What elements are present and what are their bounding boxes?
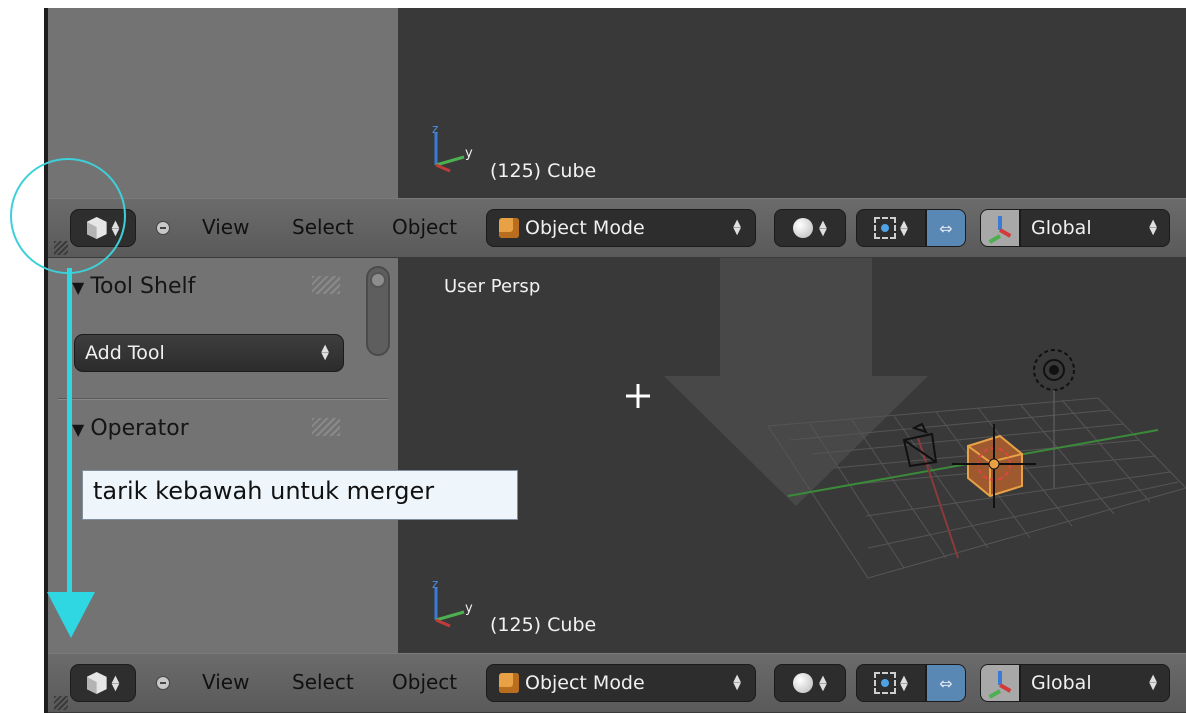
axes-icon xyxy=(988,671,1012,699)
scrollbar-knob[interactable] xyxy=(370,272,386,288)
svg-text:y: y xyxy=(465,146,473,161)
mode-select[interactable]: Object Mode ▲ ▼ xyxy=(486,664,756,702)
object-mode-icon xyxy=(499,218,519,238)
operator-title: Operator xyxy=(90,416,189,441)
pivot-point-button[interactable]: ▲ ▼ xyxy=(856,209,926,247)
updown-arrow-icon: ▲ ▼ xyxy=(733,673,741,692)
orientation-select[interactable]: Global ▲ ▼ xyxy=(1020,664,1170,702)
manipulator-icon: ⇔ xyxy=(939,673,953,693)
panel-drag-handle[interactable] xyxy=(312,418,340,436)
area-split-handle[interactable] xyxy=(54,696,68,710)
svg-text:z: z xyxy=(432,578,438,591)
manipulator-toggle[interactable]: ⇔ xyxy=(926,209,966,247)
bottom-axes-icon: z y xyxy=(432,578,473,628)
panel-divider xyxy=(58,398,388,400)
updown-arrow-icon: ▲ ▼ xyxy=(900,674,908,693)
updown-arrow-icon: ▲ ▼ xyxy=(1149,218,1157,237)
editor-type-button[interactable]: ▲ ▼ xyxy=(70,664,136,702)
updown-arrow-icon: ▲ ▼ xyxy=(900,219,908,238)
selected-cube-icon xyxy=(952,424,1036,508)
mode-label: Object Mode xyxy=(525,672,645,694)
menu-select[interactable]: Select xyxy=(292,215,354,239)
menu-view[interactable]: View xyxy=(202,670,249,694)
svg-text:y: y xyxy=(465,601,473,616)
updown-arrow-icon: ▲ ▼ xyxy=(321,343,329,362)
orientation-select[interactable]: Global ▲ ▼ xyxy=(1020,209,1170,247)
viewport-shading-button[interactable]: ▲ ▼ xyxy=(774,209,846,247)
panel-scrollbar[interactable] xyxy=(366,266,390,356)
expand-triangle-icon: ▼ xyxy=(72,420,85,439)
expand-triangle-icon: ▼ xyxy=(72,278,85,297)
add-tool-select[interactable]: Add Tool ▲ ▼ xyxy=(74,334,344,372)
scene-canvas xyxy=(626,258,1186,579)
annotation-note: tarik kebawah untuk merger xyxy=(82,470,518,520)
3d-view-icon xyxy=(86,672,107,694)
updown-arrow-icon: ▲ ▼ xyxy=(819,674,827,693)
mode-label: Object Mode xyxy=(525,217,645,239)
solid-shading-icon xyxy=(793,218,814,238)
drag-down-arrow-icon xyxy=(47,592,95,638)
top-axes-icon: z y xyxy=(432,123,473,173)
updown-arrow-icon: ▲ ▼ xyxy=(1149,673,1157,692)
add-tool-label: Add Tool xyxy=(85,342,165,364)
menu-object[interactable]: Object xyxy=(392,670,457,694)
viewport-object-label: (125) Cube xyxy=(490,614,597,636)
transform-orientation-toggle[interactable] xyxy=(980,664,1020,702)
3d-cursor-icon xyxy=(626,384,650,408)
object-mode-icon xyxy=(499,673,519,693)
pivot-icon xyxy=(874,217,897,239)
top-object-label: (125) Cube xyxy=(490,160,597,182)
tool-shelf-header[interactable]: ▼ Tool Shelf xyxy=(72,274,195,299)
drag-direction-line xyxy=(67,268,72,592)
top-3d-viewport[interactable]: z y (125) Cube xyxy=(398,8,1186,198)
viewport-header-top: ▲ ▼ View Select Object Object Mode ▲ ▼ ▲ ▼ … xyxy=(48,198,1186,258)
collapse-menu-icon[interactable] xyxy=(156,676,170,690)
menu-object[interactable]: Object xyxy=(392,215,457,239)
updown-arrow-icon: ▲ ▼ xyxy=(111,674,120,693)
menu-view[interactable]: View xyxy=(202,215,249,239)
pivot-icon xyxy=(874,672,897,694)
mode-select[interactable]: Object Mode ▲ ▼ xyxy=(486,209,756,247)
operator-panel-header[interactable]: ▼ Operator xyxy=(72,416,189,441)
tool-shelf-title: Tool Shelf xyxy=(90,274,196,299)
tool-shelf-panel: ▼ Tool Shelf Add Tool ▲ ▼ ▼ Operator xyxy=(48,258,398,653)
updown-arrow-icon: ▲ ▼ xyxy=(819,219,827,238)
viewport-header-bottom: ▲ ▼ View Select Object Object Mode ▲ ▼ ▲ ▼ … xyxy=(48,653,1186,713)
updown-arrow-icon: ▲ ▼ xyxy=(733,218,741,237)
solid-shading-icon xyxy=(793,673,814,693)
menu-select[interactable]: Select xyxy=(292,670,354,694)
highlight-circle xyxy=(10,158,126,274)
pivot-point-button[interactable]: ▲ ▼ xyxy=(856,664,926,702)
transform-orientation-toggle[interactable] xyxy=(980,209,1020,247)
blender-window: z y (125) Cube ▲ ▼ View Select Object Obj… xyxy=(44,8,1186,713)
manipulator-toggle[interactable]: ⇔ xyxy=(926,664,966,702)
orientation-label: Global xyxy=(1031,217,1092,239)
svg-text:z: z xyxy=(432,123,438,136)
orientation-label: Global xyxy=(1031,672,1092,694)
axes-icon xyxy=(988,216,1012,244)
panel-drag-handle[interactable] xyxy=(312,276,340,294)
main-3d-viewport[interactable]: User Persp z y (125) Cube xyxy=(398,258,1186,653)
viewport-shading-button[interactable]: ▲ ▼ xyxy=(774,664,846,702)
manipulator-icon: ⇔ xyxy=(939,218,953,238)
collapse-menu-icon[interactable] xyxy=(156,221,170,235)
